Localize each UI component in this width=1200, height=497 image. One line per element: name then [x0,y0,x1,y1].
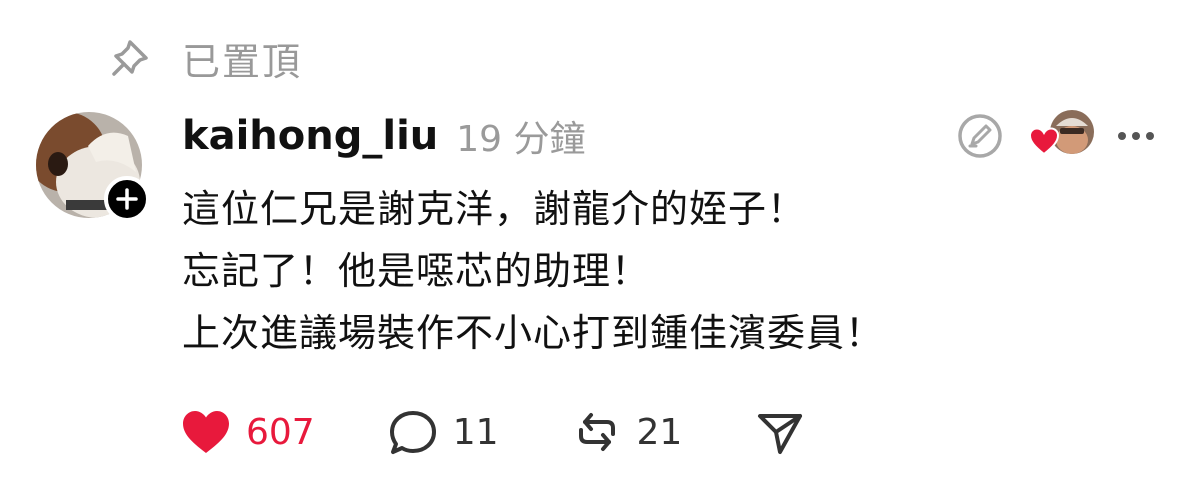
username-link[interactable]: kaihong_liu [182,113,438,159]
post-body: 這位仁兄是謝克洋，謝龍介的姪子！ 忘記了！他是噁芯的助理！ 上次進議場裝作不小心… [182,178,884,364]
post-text-line: 這位仁兄是謝克洋，謝龍介的姪子！ [182,187,807,231]
follow-button[interactable] [104,176,150,222]
like-count: 607 [246,411,315,453]
heart-icon [1028,127,1060,156]
heart-icon [183,411,229,453]
share-icon [758,414,803,454]
share-button[interactable] [754,408,806,456]
liker-indicator[interactable] [1028,108,1094,164]
repost-icon [578,413,615,451]
like-button[interactable]: 607 [180,408,315,456]
comment-count: 11 [452,411,499,453]
edit-icon[interactable] [956,112,1004,160]
post-timestamp[interactable]: 19 分鐘 [456,110,585,162]
pinned-label: 已置頂 [182,39,303,84]
post-text-line: 忘記了！他是噁芯的助理！ [182,249,651,293]
post-text-line: 上次進議場裝作不小心打到鍾佳濱委員！ [182,311,885,355]
comment-button[interactable]: 11 [387,408,499,456]
pin-icon [112,40,148,76]
repost-count: 21 [636,411,683,453]
repost-button[interactable]: 21 [571,408,683,456]
author-avatar-container[interactable] [36,112,150,222]
post-actions: 607 11 21 [180,404,878,460]
pinned-indicator: 已置頂 [108,28,302,88]
more-icon[interactable] [1116,130,1156,142]
follow-plus-icon [116,188,138,210]
comment-icon [389,411,436,454]
post-top-actions [956,108,1156,164]
post-header: kaihong_liu 19 分鐘 [182,108,586,164]
